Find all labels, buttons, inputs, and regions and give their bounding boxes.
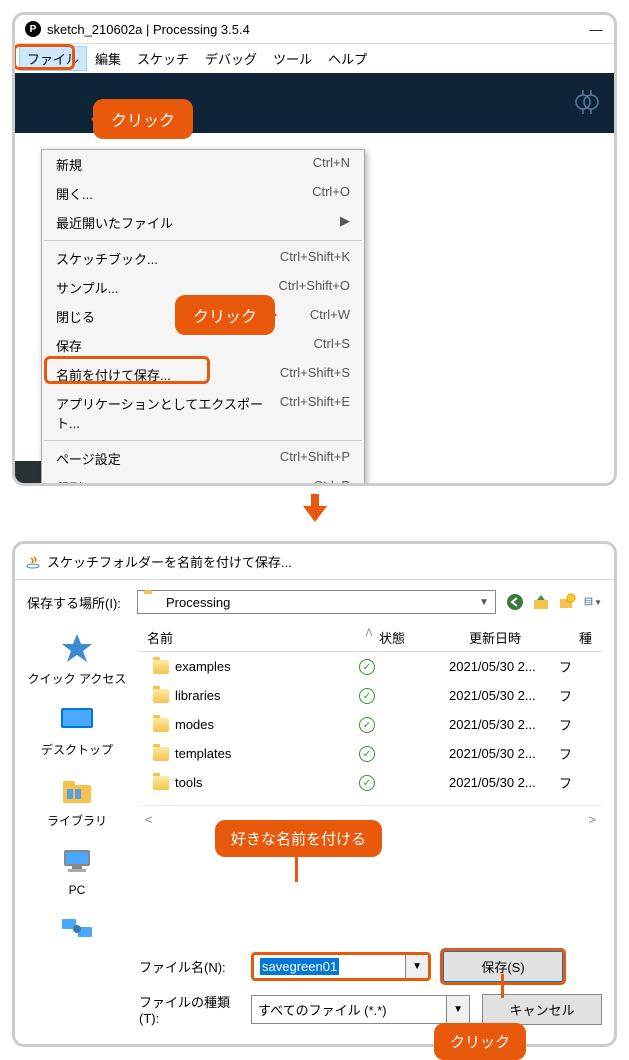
menu-help[interactable]: ヘルプ: [320, 46, 375, 71]
place-quick-access[interactable]: クイック アクセス: [27, 630, 127, 687]
connector-line: [295, 854, 298, 882]
menu-print[interactable]: 印刷...Ctrl+P: [42, 473, 364, 486]
folder-icon: [153, 718, 169, 732]
place-network[interactable]: [27, 911, 127, 951]
check-icon: ✓: [359, 688, 375, 704]
save-dialog: スケッチフォルダーを名前を付けて保存... 保存する場所(I): Process…: [12, 541, 617, 1047]
check-icon: ✓: [359, 717, 375, 733]
menu-export[interactable]: アプリケーションとしてエクスポート...Ctrl+Shift+E: [42, 389, 364, 437]
column-headers[interactable]: 名前 ᐱ 状態 更新日時 種: [139, 624, 602, 652]
menu-debug[interactable]: デバッグ: [197, 46, 265, 71]
menu-sep: [44, 240, 362, 241]
connector-line: [501, 974, 504, 998]
location-dropdown[interactable]: Processing ▼: [137, 590, 496, 614]
folder-icon: [153, 689, 169, 703]
java-icon: [25, 554, 41, 570]
view-icon[interactable]: ▼: [584, 593, 602, 611]
file-row[interactable]: examples✓2021/05/30 2...フ: [139, 652, 602, 681]
location-label: 保存する場所(I):: [27, 593, 127, 612]
file-row[interactable]: templates✓2021/05/30 2...フ: [139, 739, 602, 768]
place-desktop[interactable]: デスクトップ: [27, 701, 127, 758]
menu-save-as[interactable]: 名前を付けて保存...Ctrl+Shift+S: [42, 360, 364, 389]
chevron-down-icon[interactable]: ▼: [446, 996, 469, 1023]
file-row[interactable]: libraries✓2021/05/30 2...フ: [139, 681, 602, 710]
annotation-click-2: クリック: [175, 295, 275, 335]
menu-open[interactable]: 開く...Ctrl+O: [42, 179, 364, 208]
menu-tools[interactable]: ツール: [265, 46, 320, 71]
place-pc[interactable]: PC: [27, 843, 127, 897]
dialog-title: スケッチフォルダーを名前を付けて保存...: [47, 552, 292, 571]
folder-icon: [153, 660, 169, 674]
dialog-titlebar: スケッチフォルダーを名前を付けて保存...: [15, 544, 614, 579]
file-row[interactable]: tools✓2021/05/30 2...フ: [139, 768, 602, 797]
window-title: sketch_210602a | Processing 3.5.4: [47, 22, 588, 37]
menubar: ファイル 編集 スケッチ デバッグ ツール ヘルプ: [15, 44, 614, 73]
dialog-toolbar: ▼: [506, 593, 602, 611]
folder-icon: [153, 747, 169, 761]
processing-icon: P: [25, 21, 41, 37]
place-libraries[interactable]: ライブラリ: [27, 772, 127, 829]
location-value: Processing: [166, 595, 230, 610]
chevron-down-icon[interactable]: ▼: [405, 955, 428, 978]
check-icon: ✓: [359, 746, 375, 762]
file-row[interactable]: modes✓2021/05/30 2...フ: [139, 710, 602, 739]
annotation-name: 好きな名前を付ける: [215, 820, 382, 857]
minimize-button[interactable]: —: [588, 22, 604, 37]
annotation-click-1: クリック: [93, 99, 193, 139]
menu-recent[interactable]: 最近開いたファイル▶: [42, 208, 364, 237]
chevron-down-icon: ▼: [479, 597, 489, 608]
check-icon: ✓: [359, 775, 375, 791]
filetype-dropdown[interactable]: すべてのファイル (*.*) ▼: [251, 995, 470, 1024]
menu-edit[interactable]: 編集: [87, 46, 129, 71]
titlebar: P sketch_210602a | Processing 3.5.4 —: [15, 15, 614, 44]
places-sidebar: クイック アクセス デスクトップ ライブラリ PC: [27, 624, 127, 951]
filetype-label: ファイルの種類(T):: [139, 992, 239, 1026]
filename-input[interactable]: savegreen01 ▼: [251, 952, 431, 981]
menu-sketch[interactable]: スケッチ: [129, 46, 197, 71]
debug-icon[interactable]: [572, 87, 602, 117]
up-icon[interactable]: [532, 593, 550, 611]
menu-sketchbook[interactable]: スケッチブック...Ctrl+Shift+K: [42, 244, 364, 273]
menu-save[interactable]: 保存Ctrl+S: [42, 331, 364, 360]
processing-window: P sketch_210602a | Processing 3.5.4 — ファ…: [12, 12, 617, 486]
cancel-button[interactable]: キャンセル: [482, 994, 602, 1025]
flow-arrow-icon: [0, 490, 629, 529]
filename-label: ファイル名(N):: [139, 957, 239, 976]
menu-file[interactable]: ファイル: [19, 46, 87, 71]
folder-icon: [153, 776, 169, 790]
new-folder-icon[interactable]: [558, 593, 576, 611]
file-list: 名前 ᐱ 状態 更新日時 種 examples✓2021/05/30 2...フ…: [139, 624, 602, 951]
menu-sep: [44, 440, 362, 441]
check-icon: ✓: [359, 659, 375, 675]
menu-new[interactable]: 新規Ctrl+N: [42, 150, 364, 179]
back-icon[interactable]: [506, 593, 524, 611]
annotation-click-3: クリック: [434, 1023, 526, 1060]
menu-page-setup[interactable]: ページ設定Ctrl+Shift+P: [42, 444, 364, 473]
